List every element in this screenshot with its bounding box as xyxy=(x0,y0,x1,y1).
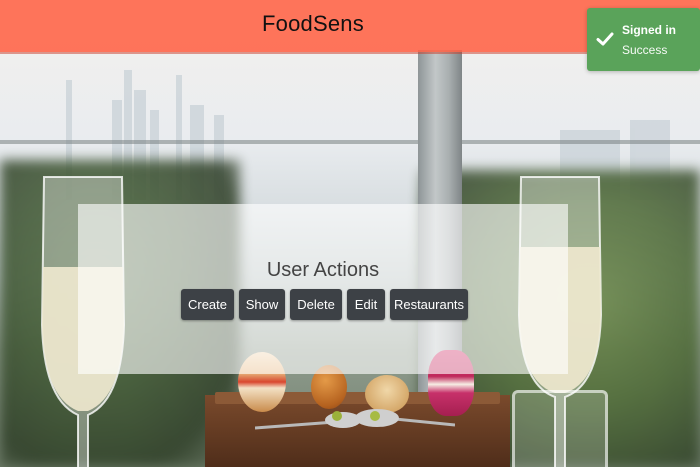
delete-button[interactable]: Delete xyxy=(290,289,342,320)
edit-button[interactable]: Edit xyxy=(347,289,385,320)
signin-toast[interactable]: Signed in Success xyxy=(587,8,700,71)
panel-title: User Actions xyxy=(266,259,380,281)
action-button-group: Create Show Delete Edit Restaurants xyxy=(181,289,468,320)
user-actions-panel: User Actions Create Show Delete Edit Res… xyxy=(78,204,568,374)
show-button[interactable]: Show xyxy=(239,289,285,320)
restaurants-button[interactable]: Restaurants xyxy=(390,289,468,320)
brand-logo-text[interactable]: FoodSens xyxy=(262,11,364,37)
checkmark-icon xyxy=(596,32,614,46)
create-button[interactable]: Create xyxy=(181,289,234,320)
balcony-rail xyxy=(0,140,700,144)
serving-spoons xyxy=(255,409,455,430)
toast-title: Signed in xyxy=(622,23,676,37)
water-glass xyxy=(512,390,608,467)
toast-message: Success xyxy=(622,43,668,57)
